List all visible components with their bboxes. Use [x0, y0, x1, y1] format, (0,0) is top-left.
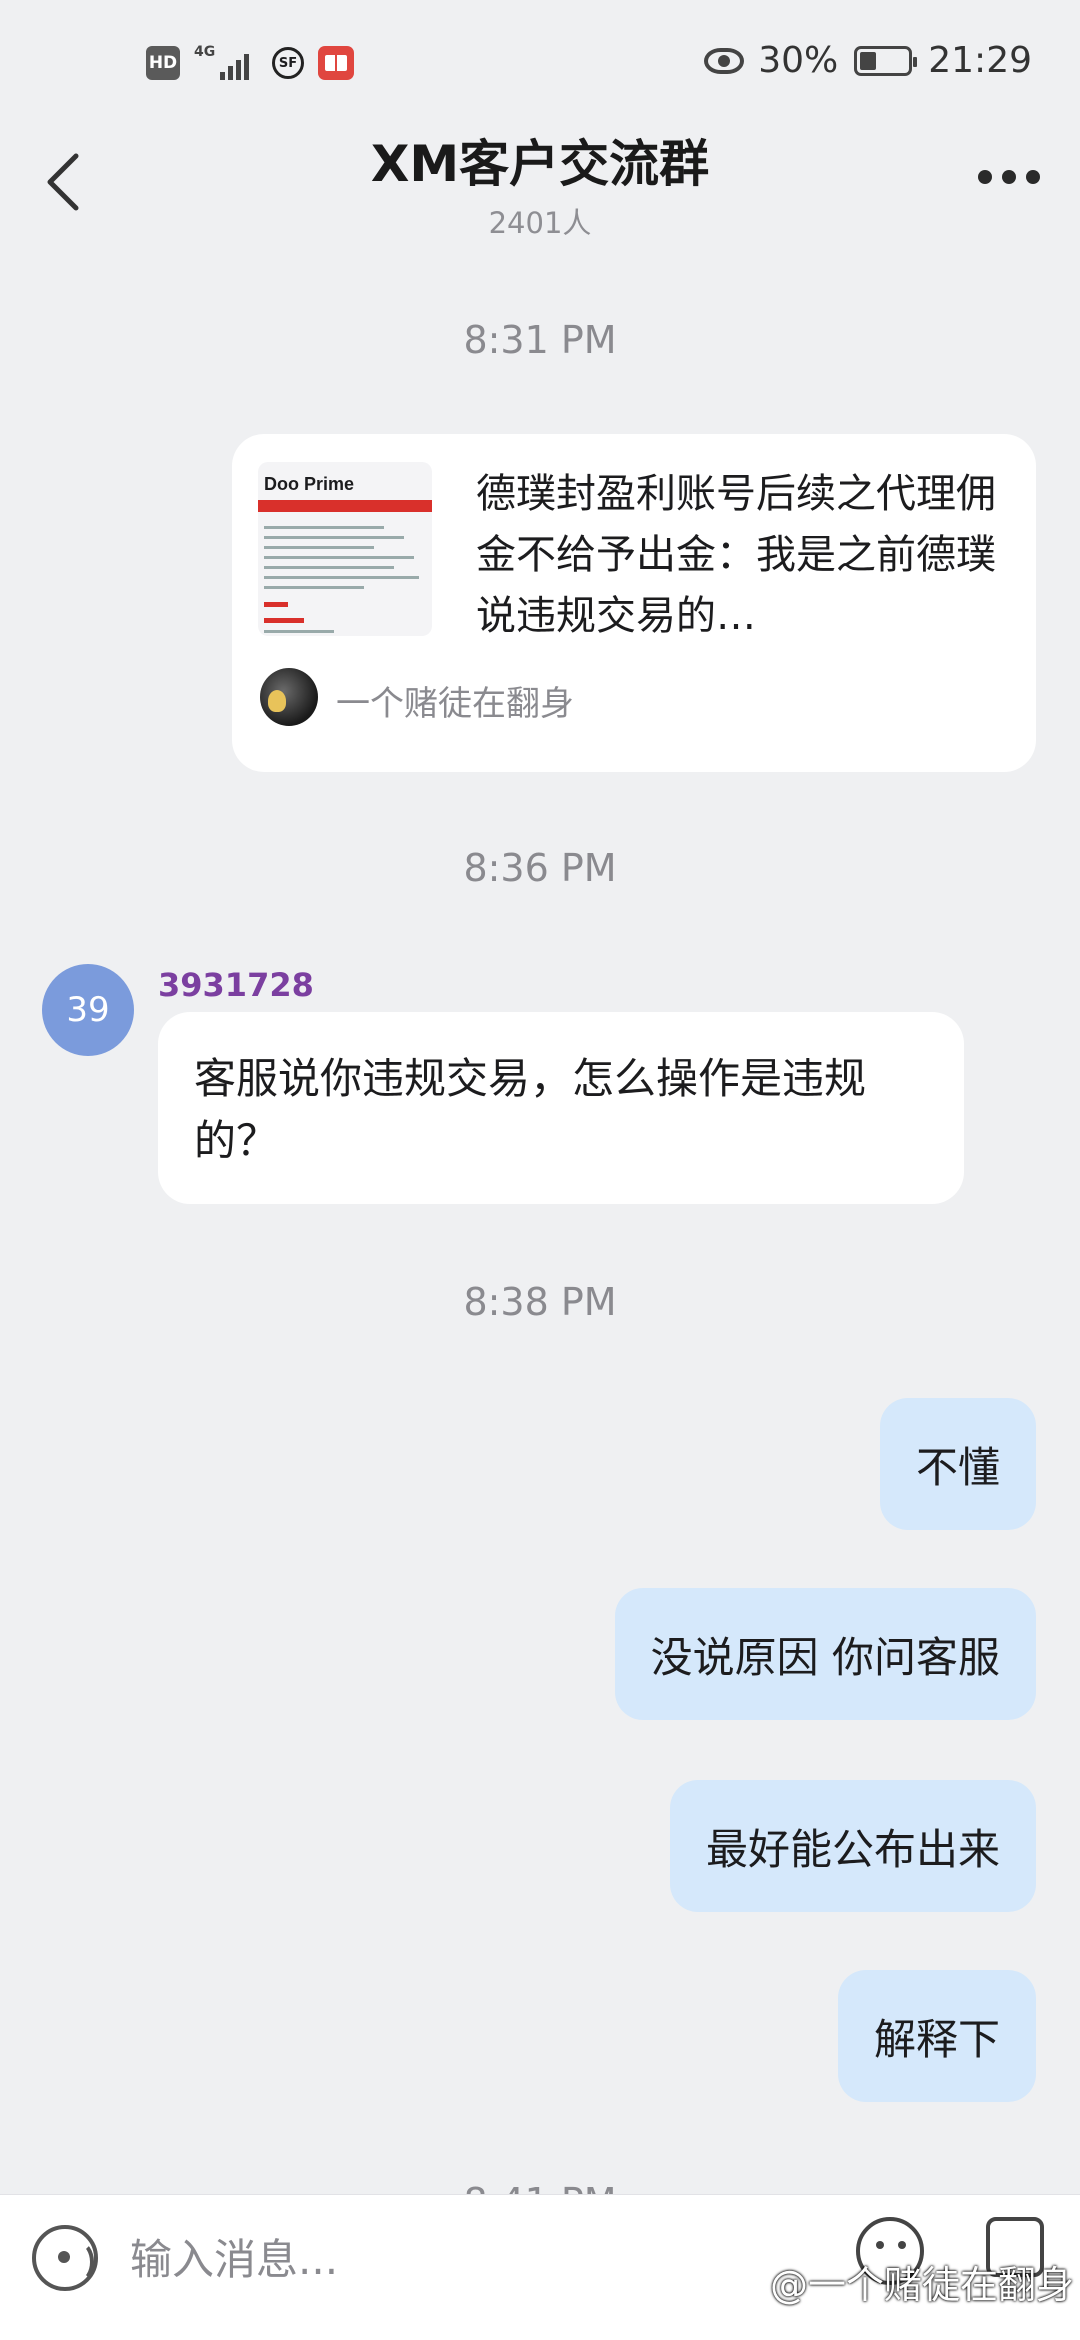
- hd-icon: HD: [146, 46, 180, 80]
- author-avatar: [260, 668, 318, 726]
- article-author: 一个赌徒在翻身: [336, 684, 574, 724]
- article-thumbnail: Doo Prime: [258, 462, 432, 636]
- voice-input-icon[interactable]: [32, 2225, 98, 2291]
- article-title: 德璞封盈利账号后续之代理佣金不给予出金：我是之前德璞说违规交易的…: [476, 471, 996, 639]
- outgoing-message-bubble[interactable]: 不懂: [879, 1398, 1036, 1530]
- status-bar: HD 4G SF 30% 21:29: [0, 0, 1080, 130]
- sf-express-icon: SF: [272, 47, 304, 79]
- status-right: 30% 21:29: [704, 40, 1032, 81]
- sender-avatar[interactable]: 39: [42, 964, 134, 1056]
- member-count: 2401人: [488, 206, 592, 240]
- chat-title[interactable]: XM客户交流群: [0, 124, 1080, 196]
- message-input[interactable]: [130, 2229, 730, 2289]
- shared-article-card[interactable]: Doo Prime 德璞封盈利账号后续之代理佣金不给予出金：我是之前德璞说违规交…: [232, 434, 1036, 772]
- outgoing-message-bubble[interactable]: 解释下: [837, 1970, 1036, 2102]
- sender-name[interactable]: 3931728: [158, 966, 314, 1004]
- network-type-label: 4G: [194, 44, 216, 60]
- more-options-icon[interactable]: [978, 170, 1040, 184]
- timestamp-partial: 8:41 PM: [0, 2172, 1080, 2194]
- outgoing-message-bubble[interactable]: 没说原因 你问客服: [614, 1588, 1036, 1720]
- battery-icon: [854, 45, 918, 76]
- incoming-message-bubble[interactable]: 客服说你违规交易，怎么操作是违规的？: [158, 1012, 964, 1204]
- cellular-signal-icon: 4G: [194, 44, 258, 80]
- battery-percent: 30%: [758, 40, 839, 81]
- thumbnail-brand: Doo Prime: [264, 474, 355, 494]
- reader-app-icon: [318, 46, 354, 80]
- eye-comfort-icon: [704, 47, 745, 74]
- watermark: @一个赌徒在翻身: [769, 2263, 1074, 2307]
- outgoing-message-bubble[interactable]: 最好能公布出来: [669, 1780, 1036, 1912]
- clock: 21:29: [928, 40, 1032, 81]
- timestamp: 8:38 PM: [463, 1280, 617, 1324]
- timestamp: 8:31 PM: [463, 318, 617, 362]
- status-left: HD 4G SF: [146, 44, 354, 80]
- timestamp: 8:36 PM: [463, 846, 617, 890]
